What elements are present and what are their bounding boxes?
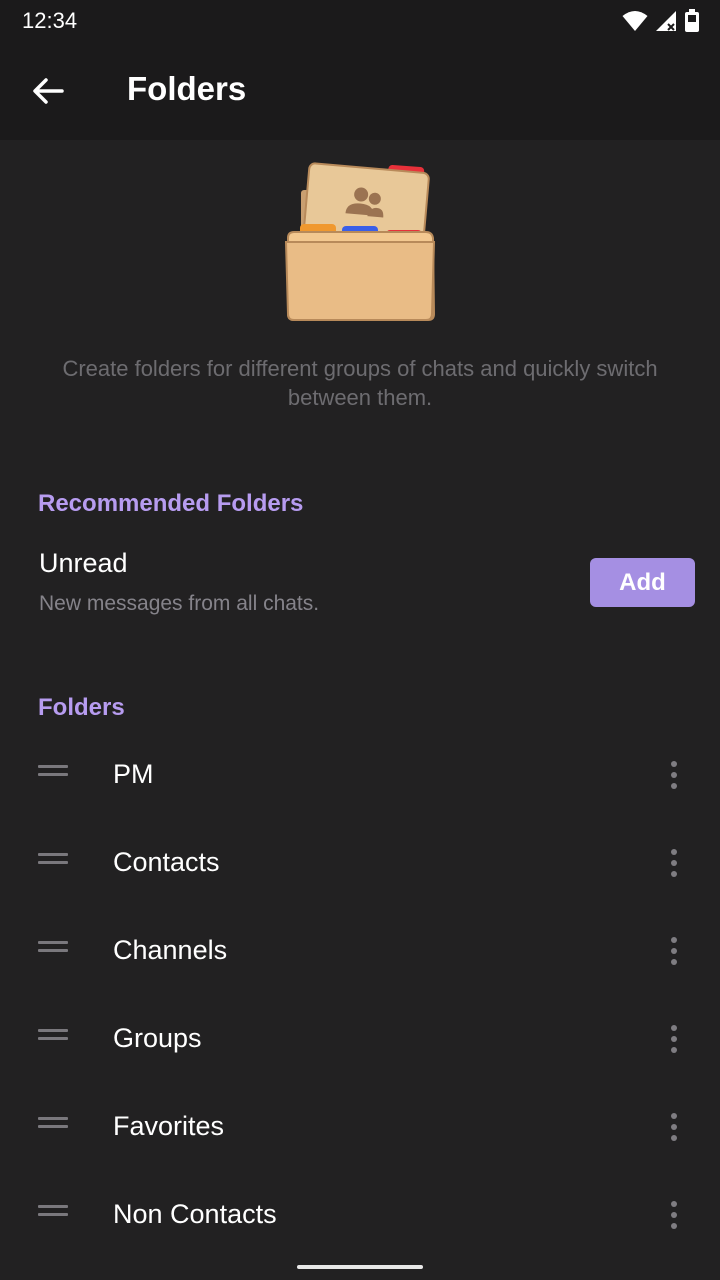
- home-indicator[interactable]: [297, 1265, 423, 1269]
- folder-name: Contacts: [113, 847, 220, 877]
- battery-icon: [685, 9, 699, 32]
- folder-name: Channels: [113, 935, 228, 965]
- wifi-icon: [622, 11, 648, 31]
- more-vert-icon[interactable]: [660, 931, 688, 971]
- drag-handle-icon[interactable]: [38, 765, 68, 785]
- status-time: 12:34: [22, 8, 78, 33]
- folder-illustration: [284, 162, 436, 321]
- recommended-folders-header: Recommended Folders: [38, 490, 304, 517]
- signal-icon: [656, 11, 676, 31]
- folder-name: Favorites: [113, 1111, 225, 1141]
- drag-handle-icon[interactable]: [38, 1029, 68, 1049]
- folders-screen: 12:34 Folders Create folders for differe…: [0, 0, 720, 1280]
- folder-name: PM: [113, 759, 154, 789]
- more-vert-icon[interactable]: [660, 1019, 688, 1059]
- folder-row-pm[interactable]: PM: [0, 731, 720, 819]
- more-vert-icon[interactable]: [660, 1107, 688, 1147]
- folder-name: Non Contacts: [113, 1199, 277, 1229]
- status-bar: 12:34: [0, 0, 720, 42]
- drag-handle-icon[interactable]: [38, 853, 68, 873]
- folder-row-contacts[interactable]: Contacts: [0, 819, 720, 907]
- drag-handle-icon[interactable]: [38, 1117, 68, 1137]
- intro-text: Create folders for different groups of c…: [62, 356, 658, 410]
- drag-handle-icon[interactable]: [38, 1205, 68, 1225]
- folder-row-channels[interactable]: Channels: [0, 907, 720, 995]
- folder-list: PM Contacts Channels Groups Favorites No…: [0, 731, 720, 1259]
- folder-row-groups[interactable]: Groups: [0, 995, 720, 1083]
- recommended-folder-title: Unread: [39, 548, 128, 578]
- folders-header: Folders: [38, 694, 125, 721]
- drag-handle-icon[interactable]: [38, 941, 68, 961]
- app-bar: Folders: [0, 42, 720, 140]
- more-vert-icon[interactable]: [660, 755, 688, 795]
- more-vert-icon[interactable]: [660, 843, 688, 883]
- recommended-folder-subtitle: New messages from all chats.: [39, 592, 320, 615]
- folder-row-non-contacts[interactable]: Non Contacts: [0, 1171, 720, 1259]
- more-vert-icon[interactable]: [660, 1195, 688, 1235]
- add-button[interactable]: Add: [590, 558, 695, 607]
- folder-row-favorites[interactable]: Favorites: [0, 1083, 720, 1171]
- back-button[interactable]: [20, 67, 76, 115]
- arrow-left-icon: [33, 78, 64, 104]
- status-icons: [622, 8, 700, 34]
- page-title: Folders: [127, 70, 247, 107]
- folder-name: Groups: [113, 1023, 202, 1053]
